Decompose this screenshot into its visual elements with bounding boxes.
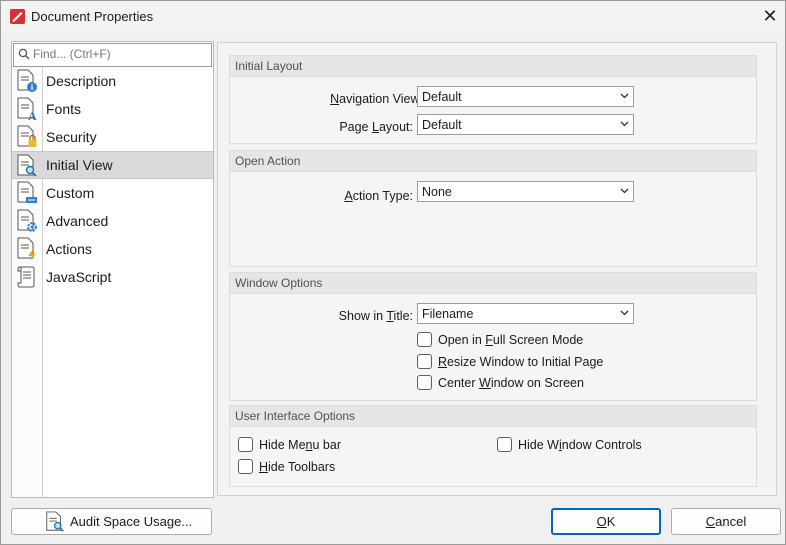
checkbox-box[interactable] [497, 437, 512, 452]
navigation-view-select[interactable]: Default [417, 86, 634, 107]
group-header: Open Action [230, 151, 756, 172]
scroll-icon [17, 266, 35, 288]
window-title: Document Properties [31, 9, 154, 24]
sidebar-item-custom[interactable]: Custom [12, 179, 213, 207]
sidebar-item-description[interactable]: Description [12, 67, 213, 95]
document-gear-icon [17, 209, 37, 232]
sidebar-item-label: Initial View [46, 157, 113, 173]
button-label: Cancel [705, 514, 747, 529]
checkbox-label: Center Window on Screen [438, 376, 584, 390]
checkbox-box[interactable] [238, 459, 253, 474]
checkbox-box[interactable] [417, 375, 432, 390]
window-options-group: Window Options Show in Title: Filename O… [229, 272, 757, 401]
sidebar-item-label: Description [46, 73, 117, 89]
document-lock-icon [17, 125, 37, 147]
show-in-title-label: Show in Title: [338, 309, 413, 323]
document-magnifier-icon [46, 511, 64, 532]
checkbox-box[interactable] [238, 437, 253, 452]
document-custom-icon [17, 181, 37, 203]
search-input[interactable] [33, 45, 205, 63]
title-bar: Document Properties ✕ [1, 1, 785, 32]
sidebar-item-advanced[interactable]: Advanced [12, 207, 213, 235]
checkbox-box[interactable] [417, 354, 432, 369]
cancel-button[interactable]: Cancel [671, 508, 781, 535]
ui-options-group: User Interface Options Hide Menu bar Hid… [229, 405, 757, 487]
checkbox-label: Open in Full Screen Mode [438, 333, 584, 347]
initial-layout-group: Initial Layout Navigation View: Default … [229, 55, 757, 144]
page-layout-label: Page Layout: [339, 120, 413, 134]
sidebar-item-fonts[interactable]: A Fonts [12, 95, 213, 123]
open-action-group: Open Action Action Type: None [229, 150, 757, 267]
document-info-icon [17, 69, 37, 92]
document-magnifier-icon [17, 154, 37, 177]
checkbox-label: Resize Window to Initial Page [438, 355, 604, 369]
sidebar-item-security[interactable]: Security [12, 123, 213, 151]
sidebar-item-label: Actions [46, 241, 92, 257]
button-label: Audit Space Usage... [70, 514, 193, 529]
chevron-down-icon [620, 121, 629, 127]
sidebar-item-label: Fonts [46, 101, 82, 117]
document-font-icon: A [17, 97, 37, 121]
sidebar-nav: Description A Fonts Security Initial Vie… [12, 67, 213, 291]
show-in-title-select[interactable]: Filename [417, 303, 634, 324]
sidebar-item-label: JavaScript [46, 269, 112, 285]
group-header: Initial Layout [230, 56, 756, 77]
group-header: Window Options [230, 273, 756, 294]
search-box [13, 43, 212, 67]
button-label: OK [596, 514, 616, 529]
sidebar-item-label: Custom [46, 185, 95, 201]
audit-space-usage-button[interactable]: Audit Space Usage... [11, 508, 212, 535]
checkbox-label: Hide Menu bar [259, 438, 341, 452]
sidebar-item-javascript[interactable]: JavaScript [12, 263, 213, 291]
action-type-select[interactable]: None [417, 181, 634, 202]
svg-text:A: A [28, 109, 37, 121]
checkbox-label: Hide Toolbars [259, 460, 336, 474]
select-value: Default [422, 90, 462, 104]
chevron-down-icon [620, 310, 629, 316]
page-layout-select[interactable]: Default [417, 114, 634, 135]
select-value: None [422, 185, 452, 199]
initial-view-panel: Initial Layout Navigation View: Default … [217, 42, 777, 496]
action-type-label: Action Type: [344, 189, 413, 203]
chevron-down-icon [620, 93, 629, 99]
select-value: Default [422, 118, 462, 132]
search-icon [18, 48, 30, 60]
app-logo-icon [10, 9, 25, 24]
checkbox-label: Hide Window Controls [518, 438, 642, 452]
group-header: User Interface Options [230, 406, 756, 427]
sidebar: Description A Fonts Security [11, 41, 214, 498]
ok-button[interactable]: OK [551, 508, 661, 535]
document-lightning-icon [17, 237, 36, 261]
close-icon[interactable]: ✕ [757, 4, 783, 28]
select-value: Filename [422, 307, 474, 321]
navigation-view-label: Navigation View: [330, 92, 423, 106]
sidebar-item-initial-view[interactable]: Initial View [12, 151, 213, 179]
sidebar-item-label: Security [46, 129, 97, 145]
sidebar-item-actions[interactable]: Actions [12, 235, 213, 263]
document-properties-dialog: Document Properties ✕ Description [0, 0, 786, 545]
chevron-down-icon [620, 188, 629, 194]
sidebar-item-label: Advanced [46, 213, 109, 229]
checkbox-box[interactable] [417, 332, 432, 347]
